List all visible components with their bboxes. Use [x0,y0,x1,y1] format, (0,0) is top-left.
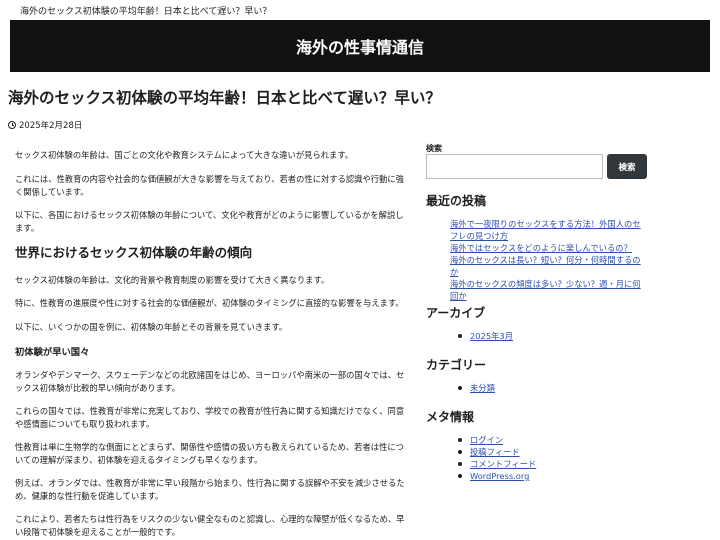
paragraph: 特に、性教育の進展度や性に対する社会的な価値観が、初体験のタイミングに直接的な影… [15,298,404,308]
clock-icon [8,121,16,129]
recent-post-link[interactable]: 海外ではセックスをどのように楽しんでいるの？ [450,242,646,254]
recent-post-link[interactable]: 海外のセックスは長い？短い？何分・何時間するのか [450,254,646,278]
topbar-text: 海外のセックス初体験の平均年齢！日本と比べて遅い？早い？ [20,7,272,17]
paragraph: 性教育は単に生物学的な側面にとどまらず、関係性や感情の扱い方も教えられているため… [15,442,404,465]
meta-title: メタ情報 [426,410,475,424]
search-label: 検索 [426,144,442,153]
paragraph: セックス初体験の年齢は、国ごとの文化や教育システムによって大きな違いが見られます… [15,150,354,160]
paragraph: 以下に、各国におけるセックス初体験の年齢について、文化や教育がどのように影響して… [15,210,404,233]
paragraph: これらの国々では、性教育が非常に充実しており、学校での教育が性行為に関する知識だ… [15,406,405,429]
wordpress-org-link[interactable]: WordPress.org [458,470,646,482]
subsection-heading: 初体験が早い国々 [15,347,90,358]
search-button[interactable]: 検索 [607,154,647,179]
archives-list: 2025年3月 [458,330,646,342]
meta-list: ログイン 投稿フィード コメントフィード WordPress.org [458,434,646,482]
recent-posts-title: 最近の投稿 [426,194,487,208]
section-heading: 世界におけるセックス初体験の年齢の傾向 [15,245,253,260]
archives-title: アーカイブ [426,306,486,320]
recent-posts-list: 海外で一夜限りのセックスをする方法！外国人のセフレの見つけ方 海外ではセックスを… [450,218,646,302]
category-link[interactable]: 未分類 [458,382,646,394]
entries-feed-link[interactable]: 投稿フィード [458,446,646,458]
post-title: 海外のセックス初体験の平均年齢！日本と比べて遅い？早い？ [8,89,441,107]
paragraph: オランダやデンマーク、スウェーデンなどの北欧諸国をはじめ、ヨーロッパや南米の一部… [15,370,405,393]
search-input[interactable] [426,154,603,179]
paragraph: これにより、若者たちは性行為をリスクの少ない健全なものと認識し、心理的な障壁が低… [15,514,405,537]
paragraph: 例えば、オランダでは、性教育が非常に早い段階から始まり、性行為に関する誤解や不安… [15,478,405,501]
paragraph: 以下に、いくつかの国を例に、初体験の年齢とその背景を見ていきます。 [15,322,288,332]
archive-link[interactable]: 2025年3月 [458,330,646,342]
recent-post-link[interactable]: 海外で一夜限りのセックスをする方法！外国人のセフレの見つけ方 [450,218,646,242]
login-link[interactable]: ログイン [458,434,646,446]
paragraph: セックス初体験の年齢は、文化的背景や教育制度の影響を受けて大きく異なります。 [15,275,330,285]
site-title[interactable]: 海外の性事情通信 [296,34,424,58]
categories-title: カテゴリー [426,358,487,372]
site-header: 海外の性事情通信 [10,20,710,72]
paragraph: これには、性教育の内容や社会的な価値観が大きな影響を与えており、若者の性に対する… [15,174,404,197]
categories-list: 未分類 [458,382,646,394]
recent-post-link[interactable]: 海外のセックスの頻度は多い？少ない？週・月に何回か [450,278,646,302]
post-date-text[interactable]: 2025年2月28日 [19,119,82,131]
comments-feed-link[interactable]: コメントフィード [458,458,646,470]
post-date: 2025年2月28日 [8,119,82,131]
